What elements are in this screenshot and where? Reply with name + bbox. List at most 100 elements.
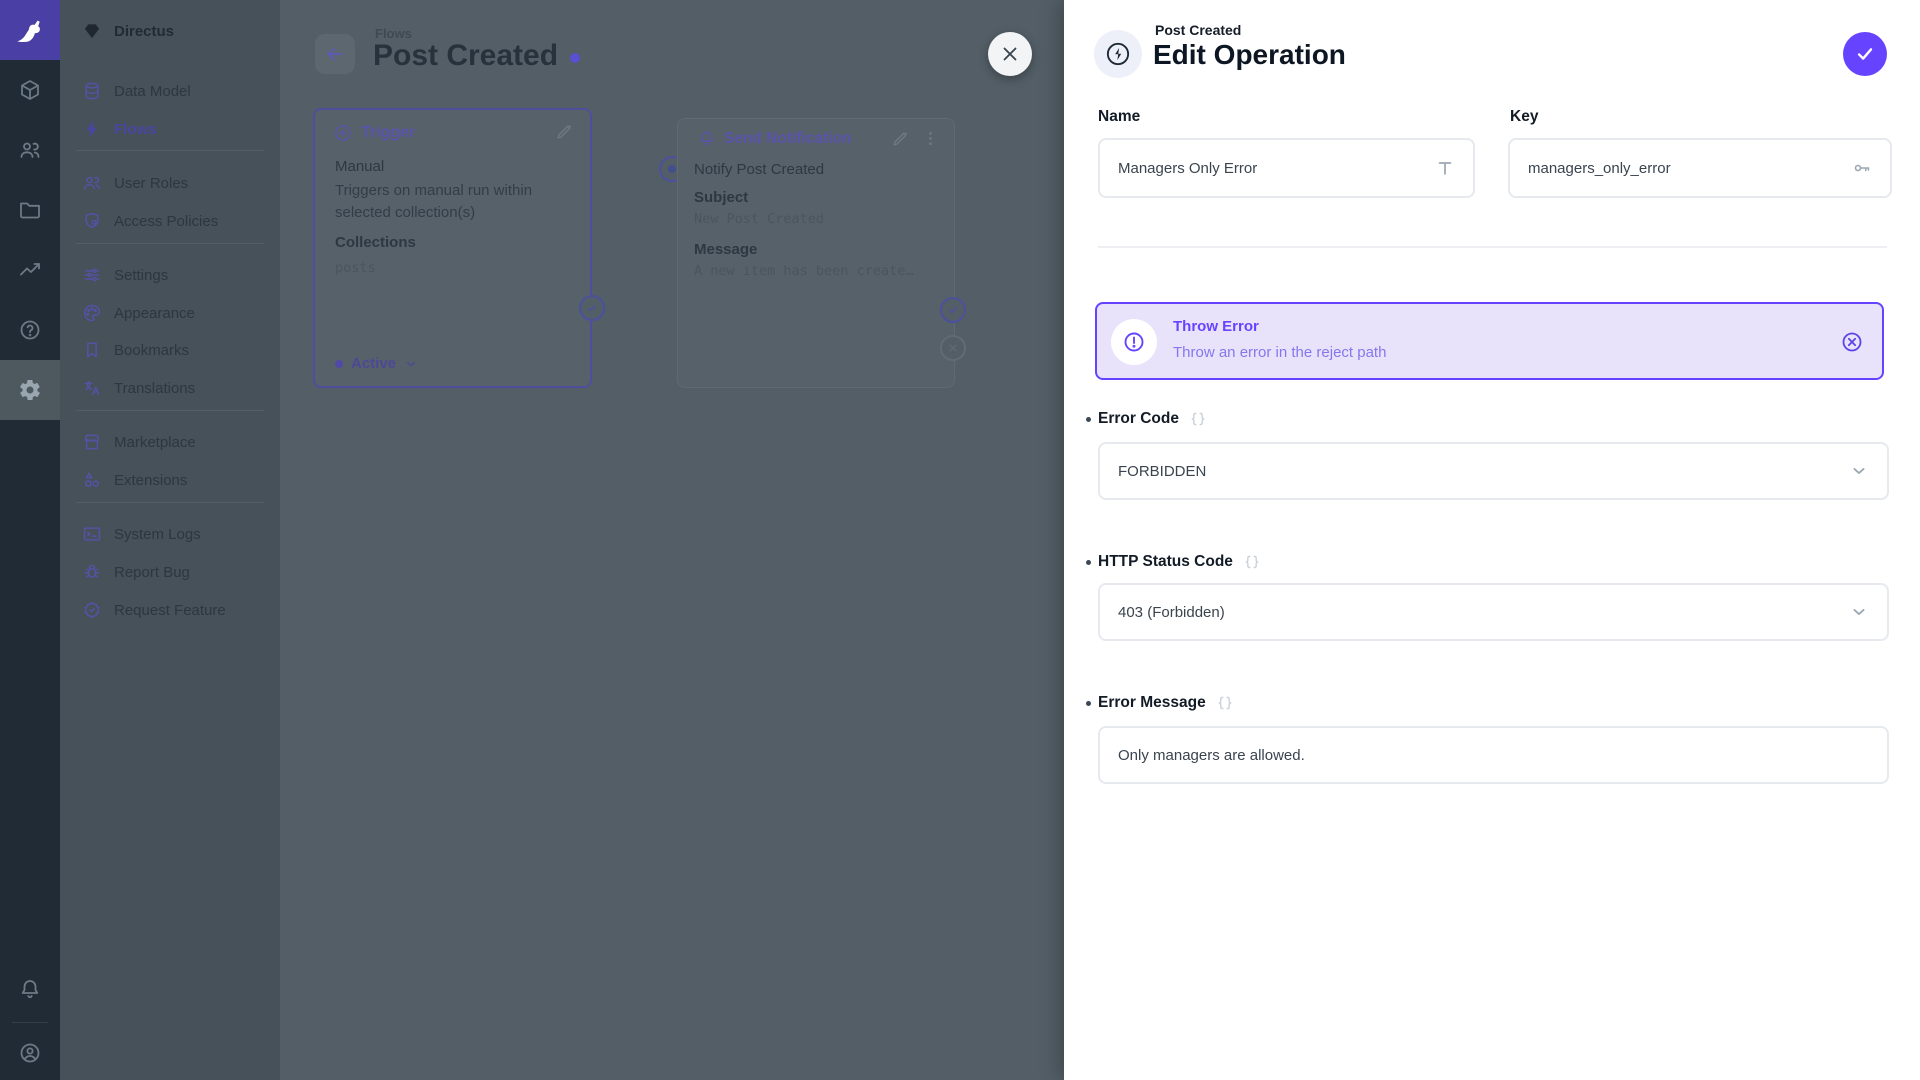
directus-app: Directus Data Model Flows User Roles Acc… [0, 0, 1920, 1080]
collections-value: posts [335, 260, 376, 276]
bell-icon [18, 978, 42, 1002]
bookmark-icon [82, 340, 102, 360]
bolt-icon [82, 119, 102, 139]
trigger-card-header: Trigger [333, 123, 415, 143]
project-chip[interactable]: Directus [60, 12, 280, 50]
error-circle-icon [1111, 319, 1157, 365]
banner-subtitle: Throw an error in the reject path [1173, 344, 1386, 361]
directus-rabbit-icon [13, 13, 47, 47]
subject-label: Subject [694, 189, 748, 206]
sidebar-item-settings[interactable]: Settings [60, 256, 280, 294]
trigger-card[interactable]: Trigger Manual Triggers on manual run wi… [313, 108, 592, 388]
dot-circle-icon [668, 165, 676, 173]
chevron-down-icon [404, 357, 418, 371]
error-message-input[interactable]: Only managers are allowed. [1098, 726, 1889, 784]
folder-icon [18, 198, 42, 222]
check-icon [1854, 43, 1876, 65]
operation-reject-node[interactable] [940, 335, 966, 361]
name-label: Name [1098, 108, 1140, 126]
trigger-resolve-node[interactable] [579, 295, 605, 321]
check-circle-icon [584, 300, 600, 316]
shield-icon [82, 211, 102, 231]
diamond-icon [82, 21, 102, 41]
user-avatar-button[interactable] [0, 1026, 60, 1080]
nav-divider [76, 243, 264, 244]
throw-error-banner[interactable]: Throw Error Throw an error in the reject… [1095, 302, 1884, 380]
docs-module-button[interactable] [0, 300, 60, 360]
sidebar-item-bookmarks[interactable]: Bookmarks [60, 331, 280, 369]
edit-operation-button[interactable] [891, 129, 910, 148]
storefront-icon [82, 432, 102, 452]
bug-icon [82, 562, 102, 582]
content-module-button[interactable] [0, 60, 60, 120]
help-icon [18, 318, 42, 342]
module-bar-divider [12, 1022, 48, 1023]
notifications-button[interactable] [0, 960, 60, 1020]
error-message-label: Error Message [1098, 694, 1234, 712]
braces-icon[interactable] [1243, 553, 1261, 571]
operation-menu-button[interactable] [921, 129, 940, 148]
database-icon [82, 81, 102, 101]
users-module-button[interactable] [0, 120, 60, 180]
subject-value: New Post Created [694, 211, 926, 227]
edit-trigger-button[interactable] [555, 122, 574, 141]
settings-module-button[interactable] [0, 360, 60, 420]
sidebar-item-translations[interactable]: Translations [60, 369, 280, 407]
name-input[interactable]: Managers Only Error [1098, 138, 1475, 198]
drawer-context: Post Created [1155, 22, 1241, 38]
user-roles-icon [82, 173, 102, 193]
files-module-button[interactable] [0, 180, 60, 240]
key-icon [1852, 158, 1872, 178]
status-label: Active [351, 355, 396, 372]
back-button[interactable] [315, 34, 355, 74]
error-code-select[interactable]: FORBIDDEN [1098, 442, 1889, 500]
sidebar-item-request-feature[interactable]: Request Feature [60, 591, 280, 629]
braces-icon[interactable] [1189, 410, 1207, 428]
status-dot-icon [335, 360, 343, 368]
deselect-icon[interactable] [1840, 330, 1864, 354]
sidebar-item-system-logs[interactable]: System Logs [60, 515, 280, 553]
trigger-type: Manual [335, 158, 384, 175]
arrow-left-icon [324, 43, 346, 65]
pencil-icon [555, 122, 574, 141]
operation-card-send-notification[interactable]: Send Notification Notify Post Created Su… [677, 118, 955, 388]
sidebar-item-marketplace[interactable]: Marketplace [60, 423, 280, 461]
http-status-select[interactable]: 403 (Forbidden) [1098, 583, 1889, 641]
flow-canvas[interactable]: Flows Post Created Trigger Manual Trigge… [280, 0, 1064, 1080]
braces-icon[interactable] [1216, 694, 1234, 712]
trigger-description: Triggers on manual run within selected c… [335, 180, 575, 224]
bolt-circle-icon [1104, 40, 1132, 68]
unsaved-dot-icon [570, 53, 580, 63]
nav-divider [76, 410, 264, 411]
title-case-icon[interactable] [1435, 158, 1455, 178]
key-input[interactable]: managers_only_error [1508, 138, 1892, 198]
sidebar-item-flows[interactable]: Flows [60, 110, 280, 148]
required-dot-icon [1086, 560, 1091, 565]
nav-divider [76, 150, 264, 151]
form-divider [1098, 246, 1887, 248]
directus-logo[interactable] [0, 0, 60, 60]
drawer-close-button[interactable] [988, 32, 1032, 76]
sidebar-item-report-bug[interactable]: Report Bug [60, 553, 280, 591]
trending-icon [18, 258, 42, 282]
sidebar-item-user-roles[interactable]: User Roles [60, 164, 280, 202]
sidebar-item-access-policies[interactable]: Access Policies [60, 202, 280, 240]
insights-module-button[interactable] [0, 240, 60, 300]
page-title: Post Created [373, 39, 580, 73]
palette-icon [82, 303, 102, 323]
pencil-icon [891, 129, 910, 148]
operation-resolve-node[interactable] [940, 297, 966, 323]
message-label: Message [694, 241, 757, 258]
sidebar-item-data-model[interactable]: Data Model [60, 72, 280, 110]
extension-icon [82, 470, 102, 490]
sidebar-item-extensions[interactable]: Extensions [60, 461, 280, 499]
banner-title: Throw Error [1173, 318, 1259, 335]
sidebar-item-appearance[interactable]: Appearance [60, 294, 280, 332]
bell-icon [698, 130, 716, 148]
message-value: A new item has been create… [694, 263, 926, 279]
flow-status-toggle[interactable]: Active [335, 355, 418, 372]
kebab-icon [921, 129, 940, 148]
edit-operation-drawer: Post Created Edit Operation Name Manager… [1064, 0, 1920, 1080]
save-button[interactable] [1843, 32, 1887, 76]
chevron-down-icon [1849, 461, 1869, 481]
